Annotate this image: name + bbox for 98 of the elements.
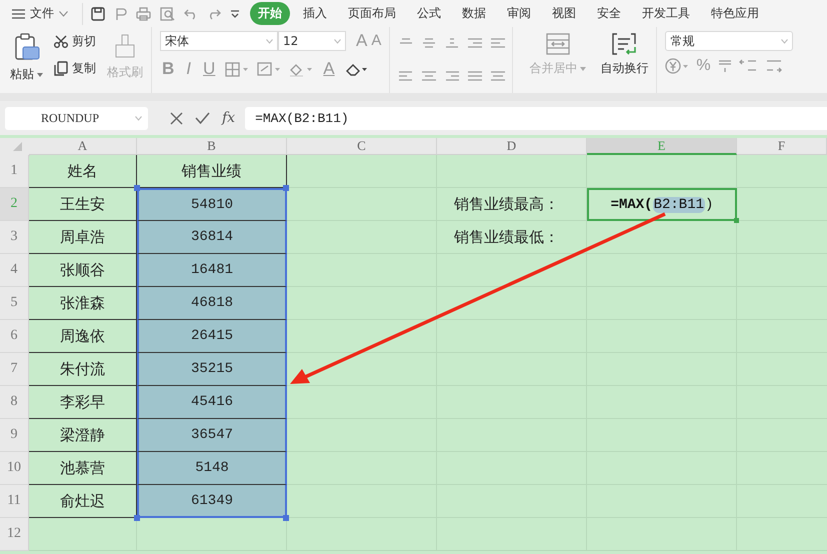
row-header[interactable]: 5 xyxy=(0,287,29,320)
column-header[interactable]: D xyxy=(437,138,587,155)
align-bottom-icon[interactable] xyxy=(444,37,460,49)
table-cell: 46818 xyxy=(137,287,287,320)
ribbon-tab[interactable]: 公式 xyxy=(409,2,449,25)
row-header[interactable]: 9 xyxy=(0,419,29,452)
copy-icon xyxy=(54,61,68,76)
file-menu[interactable]: 文件 xyxy=(10,5,74,22)
wrap-text-button[interactable]: 自动换行 xyxy=(598,31,650,93)
row-header[interactable]: 8 xyxy=(0,386,29,419)
copy-button[interactable]: 复制 xyxy=(53,58,97,79)
ribbon-tab[interactable]: 插入 xyxy=(295,2,335,25)
table-cell: 61349 xyxy=(137,485,287,518)
caret-icon[interactable] xyxy=(781,38,788,44)
check-icon[interactable] xyxy=(195,112,210,124)
cut-button[interactable]: 剪切 xyxy=(53,31,97,52)
column-header[interactable]: A xyxy=(29,138,137,155)
caret-icon xyxy=(580,66,586,70)
table-cell: 36547 xyxy=(137,419,287,452)
caret-icon[interactable] xyxy=(266,38,273,44)
column-header[interactable]: B xyxy=(137,138,287,155)
selection-handle[interactable] xyxy=(134,185,140,191)
percent-button[interactable]: % xyxy=(696,57,711,75)
row-header[interactable]: 3 xyxy=(0,221,29,254)
row-header[interactable]: 6 xyxy=(0,320,29,353)
chevron-icon xyxy=(59,10,68,16)
print-icon[interactable] xyxy=(136,6,151,20)
italic-button[interactable]: I xyxy=(184,60,194,78)
borders-icon[interactable] xyxy=(225,62,250,76)
row-header[interactable]: 11 xyxy=(0,485,29,518)
name-box[interactable]: ROUNDUP xyxy=(5,106,148,130)
table-cell-text: 销售业绩最高： xyxy=(453,194,560,215)
more-icon[interactable] xyxy=(230,10,240,18)
row-header[interactable]: 10 xyxy=(0,452,29,485)
table-cell: 5148 xyxy=(137,452,287,485)
formula-field[interactable]: =MAX(B2:B11) xyxy=(245,106,827,130)
font-color-button[interactable]: A xyxy=(321,60,337,78)
menu-icon xyxy=(12,8,25,18)
ribbon-tab[interactable]: 页面布局 xyxy=(340,2,404,25)
table-cell: 36814 xyxy=(137,221,287,254)
ribbon-tab[interactable]: 数据 xyxy=(454,2,494,25)
insert-function-button[interactable]: fx xyxy=(222,110,236,126)
currency-icon[interactable] xyxy=(665,58,690,74)
caret-icon[interactable] xyxy=(135,116,142,120)
paste-button[interactable]: 粘贴 xyxy=(8,31,45,93)
thousands-separator-icon[interactable] xyxy=(718,58,732,74)
ribbon-tab[interactable]: 开始 xyxy=(250,2,290,25)
ribbon-tab[interactable]: 视图 xyxy=(544,2,584,25)
save-icon[interactable] xyxy=(91,6,105,20)
fill-color-icon[interactable] xyxy=(289,62,314,76)
align-right-icon[interactable] xyxy=(444,70,460,82)
cancel-icon[interactable] xyxy=(170,112,183,124)
font-size-field[interactable]: 12 xyxy=(278,31,346,51)
decrease-font-button[interactable]: A xyxy=(369,32,384,50)
ribbon-tab[interactable]: 特色应用 xyxy=(703,2,767,25)
table-cell: 45416 xyxy=(137,386,287,419)
selection-handle[interactable] xyxy=(283,515,289,521)
row-header[interactable]: 12 xyxy=(0,518,29,551)
brush-icon xyxy=(114,33,136,59)
distribute-icon[interactable] xyxy=(490,70,506,82)
formula-cell[interactable]: =MAX(B2:B11) xyxy=(587,188,737,221)
caret-icon xyxy=(37,72,43,76)
justify-icon[interactable] xyxy=(467,70,484,82)
row-header[interactable]: 4 xyxy=(0,254,29,287)
increase-font-button[interactable]: A xyxy=(354,32,370,50)
align-middle-icon[interactable] xyxy=(421,37,438,49)
row-header[interactable]: 7 xyxy=(0,353,29,386)
align-left-icon[interactable] xyxy=(398,70,414,82)
align-center-icon[interactable] xyxy=(421,70,438,82)
redo-icon[interactable] xyxy=(207,8,221,20)
table-cell: 26415 xyxy=(137,320,287,353)
font-name-field[interactable]: 宋体 xyxy=(160,31,278,51)
underline-button[interactable]: U xyxy=(201,60,218,78)
caret-icon[interactable] xyxy=(334,38,341,44)
ribbon-tab[interactable]: 开发工具 xyxy=(634,2,698,25)
table-cell: 54810 xyxy=(137,188,287,221)
wrap-text-icon xyxy=(612,33,636,55)
ribbon-tab[interactable]: 审阅 xyxy=(499,2,539,25)
table-cell: 16481 xyxy=(137,254,287,287)
table-cell-text: 销售业绩最低： xyxy=(453,227,560,248)
table-cell: 35215 xyxy=(137,353,287,386)
print-preview-icon[interactable] xyxy=(160,6,175,20)
selection-handle[interactable] xyxy=(134,515,140,521)
scissors-icon xyxy=(54,35,68,48)
selection-handle[interactable] xyxy=(283,185,289,191)
decrease-indent-icon[interactable] xyxy=(467,37,484,49)
merge-cells-icon xyxy=(546,33,570,55)
eraser-icon[interactable] xyxy=(344,62,367,76)
column-header[interactable]: C xyxy=(287,138,437,155)
undo-icon[interactable] xyxy=(184,8,198,20)
bold-button[interactable]: B xyxy=(160,60,176,78)
column-header[interactable]: F xyxy=(737,138,827,155)
increase-indent-icon[interactable] xyxy=(490,37,506,49)
fill-handle[interactable] xyxy=(734,218,739,223)
number-format-field[interactable]: 常规 xyxy=(665,31,794,51)
row-header[interactable]: 1 xyxy=(0,155,29,188)
clipboard-icon xyxy=(14,33,40,61)
ribbon-tab[interactable]: 安全 xyxy=(589,2,629,25)
